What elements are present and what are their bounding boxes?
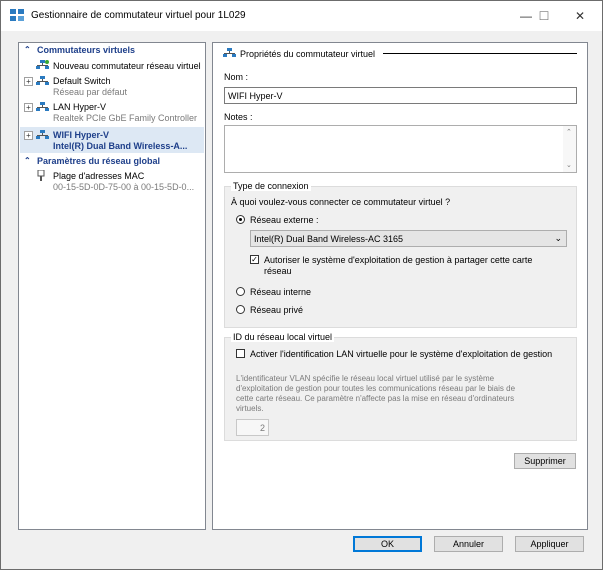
mac-range-value: 00-15-5D-0D-75-00 à 00-15-5D-0... [53,182,195,192]
section-global-network-settings[interactable]: ⌃ Paramètres du réseau global [20,155,204,168]
header-divider [383,53,577,54]
connection-type-title: Type de connexion [231,181,311,191]
chevron-down-icon[interactable]: ⌄ [554,233,562,244]
network-icon [36,76,49,85]
switch-name: WIFI Hyper-V [53,130,110,140]
maximize-button[interactable]: ☐ [525,1,563,31]
vlan-id-field[interactable]: 2 [236,419,269,436]
vlan-group: ID du réseau local virtuel Activer l'ide… [224,332,577,441]
close-button[interactable]: ✕ [561,1,599,31]
allow-os-label-line1[interactable]: Autoriser le système d'exploitation de g… [264,255,532,265]
vlan-description-line: cette carte réseau. Ce paramètre n'affec… [236,394,515,403]
radio-external-label[interactable]: Réseau externe : [250,215,319,225]
allow-os-label-line2[interactable]: réseau [264,266,292,276]
radio-private-label[interactable]: Réseau privé [250,305,303,315]
switch-name: Default Switch [53,76,111,86]
network-icon [223,48,236,57]
navigation-tree: ⌃ Commutateurs virtuels Nouveau commutat… [18,42,206,530]
switch-adapter: Realtek PCIe GbE Family Controller [53,113,198,123]
expand-plus-icon[interactable]: + [24,77,33,86]
new-network-icon [36,60,49,69]
radio-private[interactable] [236,305,245,314]
vlan-description-line: virtuels. [236,404,264,413]
network-plug-icon [37,170,45,181]
name-label: Nom : [224,72,249,82]
title-bar: Gestionnaire de commutateur virtuel pour… [1,1,602,31]
virtual-switch-app-icon [10,9,24,21]
connection-question: À quoi voulez-vous connecter ce commutat… [231,197,451,207]
vlan-checkbox[interactable] [236,349,245,358]
remove-button[interactable]: Supprimer [514,453,576,469]
ok-button[interactable]: OK [353,536,422,552]
expand-plus-icon[interactable]: + [24,131,33,140]
scroll-down-icon[interactable]: ⌄ [566,161,572,169]
network-icon [36,102,49,111]
network-icon [36,130,49,139]
expand-plus-icon[interactable]: + [24,103,33,112]
tree-item-mac-range[interactable]: Plage d'adresses MAC 00-15-5D-0D-75-00 à… [20,169,204,194]
tree-item-wifi-hyperv[interactable]: + WIFI Hyper-V Intel(R) Dual Band Wirele… [20,127,204,153]
scroll-up-icon[interactable]: ⌃ [566,128,572,136]
radio-internal-label[interactable]: Réseau interne [250,287,311,297]
adapter-select[interactable]: Intel(R) Dual Band Wireless-AC 3165 ⌄ [250,230,567,247]
window-title: Gestionnaire de commutateur virtuel pour… [31,10,246,21]
collapse-chevron-icon[interactable]: ⌃ [24,156,31,165]
mac-range-label: Plage d'adresses MAC [53,171,145,181]
radio-external[interactable] [236,215,245,224]
notes-label: Notes : [224,112,253,122]
cancel-button[interactable]: Annuler [434,536,503,552]
radio-internal[interactable] [236,287,245,296]
tree-item-default-switch[interactable]: + Default Switch Réseau par défaut [20,74,204,99]
tree-item-lan-hyperv[interactable]: + LAN Hyper-V Realtek PCIe GbE Family Co… [20,100,204,125]
apply-button[interactable]: Appliquer [515,536,584,552]
vlan-description-line: d'exploitation de gestion pour toutes le… [236,384,516,393]
allow-os-checkbox[interactable]: ✓ [250,255,259,264]
vlan-group-title: ID du réseau local virtuel [231,332,335,342]
section-virtual-switches[interactable]: ⌃ Commutateurs virtuels [20,44,204,57]
vlan-description-line: L'identificateur VLAN spécifie le réseau… [236,374,495,383]
collapse-chevron-icon[interactable]: ⌃ [24,45,31,54]
name-field[interactable]: WIFI Hyper-V [224,87,577,104]
switch-adapter: Réseau par défaut [53,87,128,97]
notes-scrollbar[interactable]: ⌃ ⌄ [563,126,576,172]
dialog-window: Gestionnaire de commutateur virtuel pour… [0,0,603,570]
switch-name: LAN Hyper-V [53,102,107,112]
notes-textarea[interactable]: ⌃ ⌄ [224,125,577,173]
properties-header: Propriétés du commutateur virtuel [240,49,376,59]
vlan-checkbox-label[interactable]: Activer l'identification LAN virtuelle p… [250,349,552,359]
tree-item-new-switch[interactable]: Nouveau commutateur réseau virtuel [20,59,204,72]
connection-type-group: Type de connexion À quoi voulez-vous con… [224,181,577,328]
properties-pane: Propriétés du commutateur virtuel Nom : … [212,42,588,530]
switch-adapter: Intel(R) Dual Band Wireless-A... [53,141,188,151]
